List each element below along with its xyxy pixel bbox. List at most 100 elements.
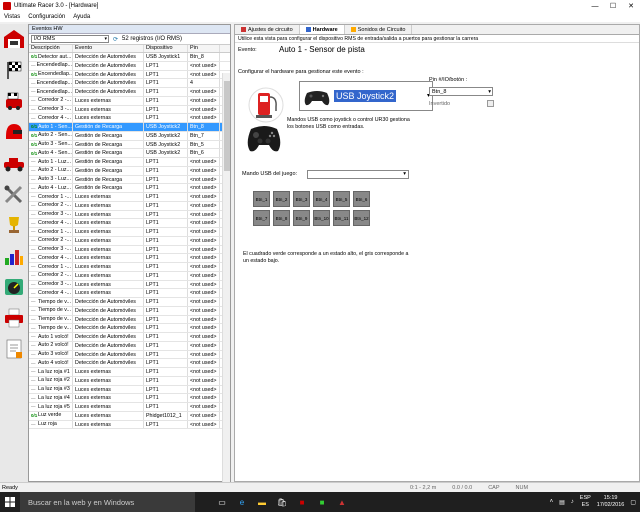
close-button[interactable]: ✕ — [622, 0, 640, 12]
table-row[interactable]: 0/1 Auto 1 - Sen... Gestión de Recarga USB … — [29, 123, 230, 132]
table-row[interactable]: — La luz roja #2 Luces externas LPT1 <not us… — [29, 376, 230, 386]
table-row[interactable]: — Tiempo de v... Detección de Automóviles L… — [29, 315, 230, 325]
app-icon-1[interactable]: ■ — [295, 495, 309, 509]
cell-pin: <not used> — [188, 420, 220, 429]
up-arrow-icon[interactable]: ˄ — [550, 499, 554, 505]
tab-sonidos-circuito[interactable]: Sonidos de Circuito — [345, 25, 413, 34]
taskbar-search[interactable]: Buscar en la web y en Windows — [20, 492, 195, 512]
row-description: Corredor 2 -... — [38, 272, 71, 279]
clock[interactable]: 15:19 17/02/2016 — [597, 495, 625, 509]
table-row[interactable]: — La luz roja #1 Luces externas LPT1 <not us… — [29, 368, 230, 377]
table-row[interactable]: 0/1 Detector aut... Detección de Automóvil… — [29, 53, 230, 62]
row-description: Auto 2 - Sen... — [38, 132, 72, 139]
race-flag-icon[interactable] — [1, 88, 27, 114]
menu-ayuda[interactable]: Ayuda — [73, 14, 90, 20]
table-row[interactable]: — Encendedlap... Detección de Automóviles L… — [29, 88, 230, 97]
cell-pin: <not used> — [188, 236, 220, 245]
maximize-button[interactable]: ☐ — [604, 0, 622, 12]
explorer-icon[interactable]: ▬ — [255, 495, 269, 509]
table-row[interactable]: — Corredor 2 -... Luces externas LPT1 <not u… — [29, 236, 230, 246]
trophy-icon[interactable] — [1, 212, 27, 238]
table-row[interactable]: — Corredor 2 -... Luces externas LPT1 <not u… — [29, 96, 230, 106]
tab-ajustes-circuito[interactable]: Ajustes de circuito — [235, 25, 300, 34]
table-row[interactable]: — Auto 3 volcó! Detección de Automóviles LP… — [29, 350, 230, 360]
table-row[interactable]: — Tiempo de v... Detección de Automóviles L… — [29, 324, 230, 333]
minimize-button[interactable]: — — [586, 0, 604, 12]
col-dispositivo[interactable]: Dispositivo — [144, 45, 188, 52]
report-icon[interactable] — [1, 336, 27, 362]
volume-icon[interactable]: ♪ — [571, 499, 574, 505]
inverted-checkbox[interactable] — [487, 100, 494, 107]
table-row[interactable]: — Auto 1 - Luz... Gestión de Recarga LPT1 <n… — [29, 158, 230, 167]
table-row[interactable]: — Corredor 2 -... Luces externas LPT1 <not u… — [29, 271, 230, 281]
task-view-icon[interactable]: ▭ — [215, 495, 229, 509]
table-row[interactable]: — Corredor 4 -... Luces externas LPT1 <not u… — [29, 289, 230, 298]
table-row[interactable]: 0/1 Auto 3 - Sen... Gestión de Recarga USB … — [29, 140, 230, 150]
network-icon[interactable]: ▤ — [559, 499, 565, 506]
sound-icon — [350, 27, 356, 32]
usb-combo[interactable]: ▾ — [307, 170, 409, 179]
table-row[interactable]: — Auto 4 volcó! Detección de Automóviles LP… — [29, 359, 230, 368]
table-row[interactable]: — Corredor 4 -... Luces externas LPT1 <not u… — [29, 254, 230, 263]
table-row[interactable]: — Encendedlap... Detección de Automóviles L… — [29, 79, 230, 88]
io-inactive-icon: — — [31, 255, 36, 261]
table-row[interactable]: — Auto 2 volcó! Detección de Automóviles LP… — [29, 341, 230, 351]
table-row[interactable]: — Tiempo de v... Detección de Automóviles L… — [29, 298, 230, 307]
scrollbar-thumb[interactable] — [224, 81, 230, 171]
tools-icon[interactable] — [1, 181, 27, 207]
flag-icon[interactable] — [1, 57, 27, 83]
table-row[interactable]: — La luz roja #5 Luces externas LPT1 <not us… — [29, 403, 230, 412]
table-row[interactable]: — Corredor 3 -... Luces externas LPT1 <not u… — [29, 245, 230, 255]
table-row[interactable]: — La luz roja #3 Luces externas LPT1 <not us… — [29, 385, 230, 395]
printer-icon[interactable] — [1, 305, 27, 331]
table-row[interactable]: — Corredor 1 -... Luces externas LPT1 <not u… — [29, 228, 230, 237]
device-combo[interactable]: USB Joystick2 ▾ — [299, 81, 433, 111]
table-row[interactable]: — La luz roja #4 Luces externas LPT1 <not us… — [29, 394, 230, 403]
table-row[interactable]: 0/1 Auto 4 - Sen... Gestión de Recarga USB … — [29, 149, 230, 158]
refresh-icon[interactable]: ⟳ — [113, 36, 118, 43]
tab-hardware[interactable]: Hardware — [299, 25, 345, 34]
table-row[interactable]: — Corredor 1 -... Luces externas LPT1 <not u… — [29, 263, 230, 272]
car-icon[interactable] — [1, 150, 27, 176]
menu-configuracion[interactable]: Configuración — [28, 14, 65, 20]
store-icon[interactable]: 🛍 — [275, 495, 289, 509]
filter-combo[interactable]: I/O RMS ▾ — [31, 35, 109, 43]
table-row[interactable]: 0/1 Luz verde Luces externas Phidget1012_1 <… — [29, 411, 230, 421]
language-indicator[interactable]: ESP ES — [580, 495, 591, 509]
garage-icon[interactable] — [1, 26, 27, 52]
cell-dispositivo: LPT1 — [144, 271, 188, 280]
table-row[interactable]: — Auto 2 - Luz... Gestión de Recarga LPT1 <n… — [29, 166, 230, 176]
cell-dispositivo: LPT1 — [144, 88, 188, 96]
col-pin[interactable]: Pin — [188, 45, 220, 52]
chart-icon[interactable] — [1, 243, 27, 269]
table-row[interactable]: — Corredor 4 -... Luces externas LPT1 <not u… — [29, 219, 230, 228]
table-row[interactable]: — Corredor 3 -... Luces externas LPT1 <not u… — [29, 210, 230, 220]
events-scrollbar[interactable] — [222, 73, 230, 501]
col-descripcion[interactable]: Descripción — [29, 45, 73, 52]
table-row[interactable]: 0/1 Auto 2 - Sen... Gestión de Recarga USB … — [29, 131, 230, 141]
app-icon-3[interactable]: ▲ — [335, 495, 349, 509]
table-row[interactable]: — Encendedlap... Detección de Automóviles L… — [29, 61, 230, 71]
pin-combo[interactable]: Btn_8 ▾ — [429, 87, 493, 96]
table-row[interactable]: — Corredor 4 -... Luces externas LPT1 <not u… — [29, 114, 230, 123]
table-row[interactable]: — Luz roja Luces externas LPT1 <not used> — [29, 420, 230, 430]
table-row[interactable]: 0/1 Encendedlap... Detección de Automóvile… — [29, 70, 230, 80]
windows-start-icon[interactable] — [0, 492, 20, 512]
edge-icon[interactable]: e — [235, 495, 249, 509]
tab-label: Ajustes de circuito — [248, 26, 293, 33]
helmet-icon[interactable] — [1, 119, 27, 145]
cell-pin: <not used> — [188, 385, 220, 394]
col-evento[interactable]: Evento — [73, 45, 144, 52]
table-row[interactable]: — Auto 1 volcó! Detección de Automóviles LP… — [29, 333, 230, 342]
notifications-icon[interactable]: ▢ — [630, 499, 636, 506]
speedometer-icon[interactable] — [1, 274, 27, 300]
menu-vistas[interactable]: Vistas — [4, 14, 20, 20]
table-row[interactable]: — Corredor 2 -... Luces externas LPT1 <not u… — [29, 201, 230, 211]
table-row[interactable]: — Corredor 1 -... Luces externas LPT1 <not u… — [29, 193, 230, 202]
app-icon-2[interactable]: ■ — [315, 495, 329, 509]
table-row[interactable]: — Tiempo de v... Detección de Automóviles L… — [29, 306, 230, 316]
table-row[interactable]: — Corredor 3 -... Luces externas LPT1 <not u… — [29, 105, 230, 115]
table-row[interactable]: — Auto 3 - Luz... Gestión de Recarga LPT1 <n… — [29, 175, 230, 185]
table-row[interactable]: — Corredor 3 -... Luces externas LPT1 <not u… — [29, 280, 230, 290]
table-row[interactable]: — Auto 4 - Luz... Gestión de Recarga LPT1 <n… — [29, 184, 230, 193]
